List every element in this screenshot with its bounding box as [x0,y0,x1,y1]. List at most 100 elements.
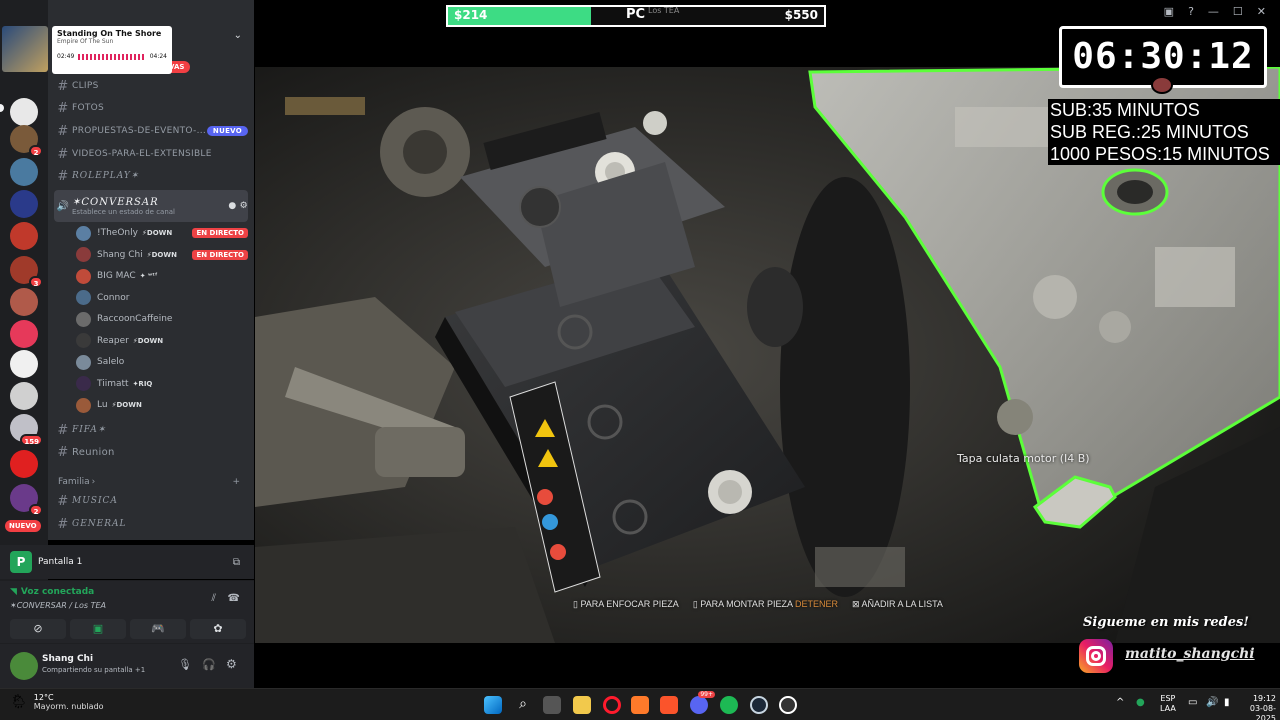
server-icon[interactable] [10,382,38,410]
clock[interactable]: 19:12 03-08-2025 [1232,694,1276,720]
volume-icon[interactable]: 🔊 [1206,697,1218,708]
voice-user[interactable]: Reaper ⚡DOWN [76,331,248,351]
server-icon[interactable]: 2 [10,125,43,157]
server-icon[interactable] [10,350,38,378]
username[interactable]: Shang Chi [42,654,93,664]
popout-icon[interactable]: ⧉ [233,557,240,568]
avatar[interactable] [10,652,38,680]
brave-icon[interactable] [660,696,678,714]
server-icon[interactable] [10,222,38,250]
battery-icon[interactable]: ▮ [1224,697,1230,708]
app-icon[interactable] [631,696,649,714]
voice-user[interactable]: Connor [76,288,248,308]
voice-connected[interactable]: ◥ Voz conectada [10,587,94,597]
maximize-icon[interactable]: ☐ [1233,5,1243,18]
weather-widget[interactable]: 🌦 12°C Mayorm. nublado [10,693,104,711]
voice-status-text: Voz conectada [20,587,95,597]
server-icon[interactable] [10,190,38,218]
chevron-down-icon[interactable]: ⌄ [234,30,242,41]
text-channel-icon: # [57,493,69,509]
channel-reunion[interactable]: # Reunion [54,442,248,462]
channel-videos[interactable]: # VIDEOS-PARA-EL-EXTENSIBLE [54,144,248,164]
headphones-icon[interactable]: 🎧 [202,658,216,671]
channel-musica[interactable]: # MUSICA [54,491,248,511]
server-icon[interactable]: 159 [10,414,43,446]
new-badge: NUEVO [206,126,248,136]
add-channel-icon[interactable]: + [232,477,248,487]
search-icon[interactable]: ⌕ [514,696,532,714]
voice-channel-status[interactable]: Establece un estado de canal [72,208,175,216]
obs-icon[interactable] [779,696,797,714]
voice-channel-path[interactable]: ✶CONVERSAR / Los TEA [10,601,106,610]
voice-user-name: RaccoonCaffeine [97,314,173,324]
rule-sub: SUB:35 MINUTOS [1048,99,1280,121]
voice-user[interactable]: Tiimatt ✦RIQ [76,374,248,394]
avatar [76,397,91,413]
task-view-icon[interactable] [543,696,561,714]
channel-roleplay[interactable]: # ROLEPLAY✶ [54,166,248,186]
network-icon[interactable]: ▭ [1188,697,1197,708]
minimize-icon[interactable]: — [1208,5,1219,18]
mic-icon[interactable]: 🎙 [178,658,192,671]
rule-pesos: 1000 PESOS:15 MINUTOS [1048,143,1280,165]
disconnect-icon[interactable]: ☎ [228,593,240,604]
signal-icon: ◥ [10,587,17,597]
channel-action-icons[interactable]: ● ⚙ [228,201,248,211]
server-icon[interactable] [10,158,38,186]
server-icon[interactable] [10,450,38,478]
opera-icon[interactable] [603,696,621,714]
live-badge[interactable]: EN DIRECTO [192,228,248,238]
channel-fifa[interactable]: # FIFA✶ [54,420,248,440]
avatar [76,225,91,241]
gear-icon[interactable]: ⚙ [226,657,237,671]
live-badge[interactable]: EN DIRECTO [192,249,248,260]
server-icon[interactable] [10,98,38,126]
voice-user-name: Lu [97,400,108,410]
voice-user[interactable]: RaccoonCaffeine [76,309,248,329]
tray-chevron-icon[interactable]: ^ [1116,697,1124,708]
server-icon[interactable] [10,320,38,348]
category-familia[interactable]: Familia › + [58,477,248,487]
help-icon[interactable]: ? [1188,5,1194,18]
tray-app-icon[interactable]: ● [1136,697,1145,708]
file-explorer-icon[interactable] [573,696,591,714]
server-badge: 2 [29,145,43,157]
channel-fotos[interactable]: # FOTOS [54,98,248,118]
taskbar: 🌦 12°C Mayorm. nublado ⌕ 99+ ^ ● ESP LAA … [0,688,1280,720]
camera-off-button[interactable]: ⊘ [10,619,66,639]
channel-propuestas[interactable]: # PROPUESTAS-DE-EVENTO-... NUEVO [54,121,248,141]
screen-share-button[interactable]: ▣ [70,619,126,639]
channel-general[interactable]: # GENERAL [54,514,248,534]
start-button[interactable] [484,696,502,714]
server-icon[interactable]: 2 [10,484,43,516]
voice-channel-conversar[interactable]: 🔊 ✶CONVERSAR Establece un estado de cana… [54,190,248,222]
avatar [76,268,91,284]
channel-sidebar: ⌄ VAS # CLIPS # FOTOS # PROPUESTAS-DE-EVENT… [48,0,254,540]
user-status: Compartiendo su pantalla +1 [42,666,146,674]
inbox-icon[interactable]: ▣ [1164,5,1174,18]
stream-preview-panel[interactable]: P Pantalla 1 ⧉ [0,545,254,579]
server-icon[interactable]: 3 [10,256,43,288]
discord-icon[interactable]: 99+ [690,691,715,714]
voice-user[interactable]: Salelo [76,352,248,372]
voice-user[interactable]: Lu ⚡DOWN [76,395,248,415]
voice-user[interactable]: BIG MAC ✦ ʷᵗᶠ [76,266,248,286]
chevron-icon: › [91,477,96,487]
text-channel-icon: # [57,78,69,94]
soundboard-button[interactable]: ✿ [190,619,246,639]
goal-caption: Los TEA [648,6,680,15]
voice-user[interactable]: !TheOnly ⚡DOWN EN DIRECTO [76,223,248,243]
voice-user[interactable]: Shang Chi ⚡DOWN EN DIRECTO [76,245,248,265]
instagram-icon [1079,639,1113,673]
text-channel-icon: # [57,444,69,460]
close-icon[interactable]: ✕ [1257,5,1266,18]
stream-avatar: P [10,551,32,573]
spotify-icon[interactable] [720,696,738,714]
weather-desc: Mayorm. nublado [33,702,104,711]
language-indicator[interactable]: ESP LAA [1160,694,1176,714]
server-icon[interactable] [10,288,38,316]
channel-clips[interactable]: # CLIPS [54,76,248,96]
activity-button[interactable]: 🎮 [130,619,186,639]
noise-suppression-icon[interactable]: ⫽ [212,593,216,604]
steam-icon[interactable] [750,696,768,714]
